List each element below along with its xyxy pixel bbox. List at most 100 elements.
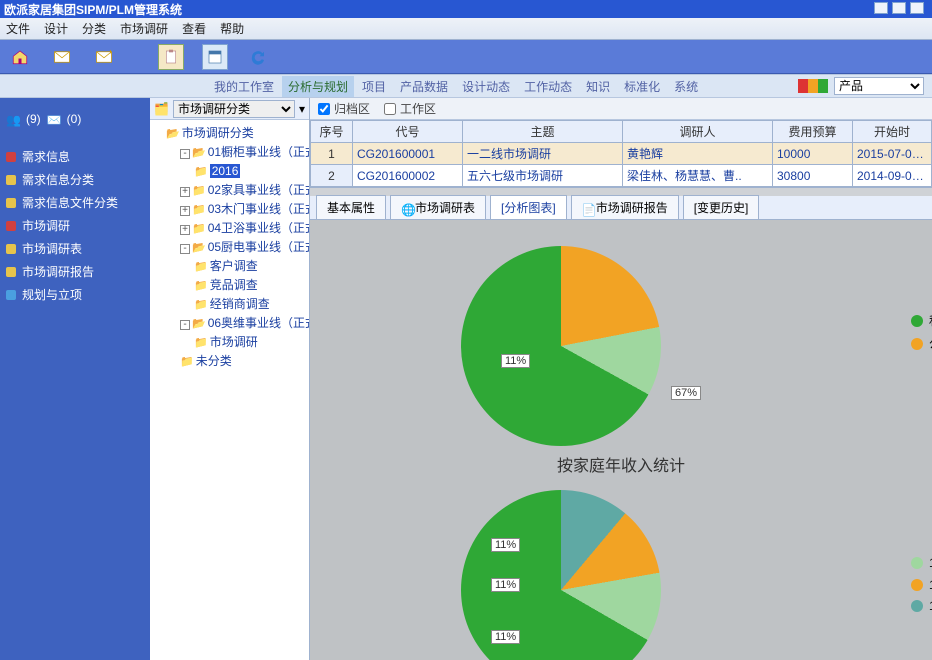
- tree-node[interactable]: 04卫浴事业线（正式: [192, 221, 309, 235]
- pie-label: 11%: [491, 578, 520, 592]
- tree-leaf[interactable]: [194, 164, 210, 178]
- table-row[interactable]: 1 CG201600001 一二线市场调研 黄艳辉 10000 2015-07-…: [311, 143, 932, 165]
- globe-icon: 🌐: [401, 203, 411, 213]
- pie-label: 67%: [671, 386, 701, 400]
- sidebar-item-label: 市场调研: [22, 217, 70, 234]
- sidebar-item-label: 需求信息: [22, 148, 70, 165]
- window-grip: [874, 2, 924, 14]
- tree-leaf[interactable]: 市场调研: [194, 335, 258, 349]
- clipboard-icon[interactable]: [158, 44, 184, 70]
- sidebar-item[interactable]: 市场调研表: [6, 240, 144, 257]
- tree-node[interactable]: 01橱柜事业线（正式: [192, 145, 309, 159]
- cell-person: 黄艳辉: [623, 143, 773, 165]
- sidebar-item-label: 规划与立项: [22, 286, 82, 303]
- window-icon[interactable]: [202, 44, 228, 70]
- tree-node[interactable]: 03木门事业线（正式: [192, 202, 309, 216]
- menu-category[interactable]: 分类: [82, 20, 106, 37]
- mail-down-icon[interactable]: [92, 46, 116, 68]
- sidebar-item[interactable]: 需求信息分类: [6, 171, 144, 188]
- nav-work[interactable]: 工作动态: [518, 76, 578, 97]
- th-code[interactable]: 代号: [353, 121, 463, 143]
- chart-area[interactable]: 67% 11% 私用业主 公务员 按家庭年收入统计 67% 11% 11% 11…: [310, 220, 932, 660]
- archive-checkbox[interactable]: 归档区: [318, 100, 370, 117]
- menu-bar: 文件 设计 分类 市场调研 查看 帮助: [0, 18, 932, 40]
- tree-leaf-label[interactable]: 2016: [210, 164, 241, 178]
- menu-help[interactable]: 帮助: [220, 20, 244, 37]
- tree-icon: 🗂️: [154, 102, 169, 116]
- th-topic[interactable]: 主题: [463, 121, 623, 143]
- chevron-down-icon[interactable]: ▾: [299, 102, 305, 116]
- nav-system[interactable]: 系统: [668, 76, 704, 97]
- th-idx[interactable]: 序号: [311, 121, 353, 143]
- tree-toggle[interactable]: -: [180, 244, 190, 254]
- nav-analysis[interactable]: 分析与规划: [282, 76, 354, 97]
- th-person[interactable]: 调研人: [623, 121, 773, 143]
- th-budget[interactable]: 费用预算: [773, 121, 853, 143]
- nav-knowledge[interactable]: 知识: [580, 76, 616, 97]
- table-row[interactable]: 2 CG201600002 五六七级市场调研 梁佳林、杨慧慧、曹.. 30800…: [311, 165, 932, 187]
- tree[interactable]: 市场调研分类 -01橱柜事业线（正式 2016 +02家具事业线（正式 +03木…: [150, 120, 309, 660]
- sidebar-item[interactable]: 需求信息文件分类: [6, 194, 144, 211]
- tree-node[interactable]: 未分类: [180, 354, 232, 368]
- chart-2: 67% 11% 11% 11% 11w 10-15万 10w 按户型统计: [341, 490, 901, 660]
- mail-small-icon: ✉️: [47, 113, 61, 125]
- cell-start: 2014-09-02 1: [853, 165, 932, 187]
- chart-legend-1: 私用业主 公务员: [911, 306, 932, 358]
- tab-basic[interactable]: 基本属性: [316, 195, 386, 219]
- tab-chart[interactable]: [分析图表]: [490, 195, 567, 219]
- mail-icon[interactable]: [50, 46, 74, 68]
- tree-leaf[interactable]: 竞品调查: [194, 278, 258, 292]
- cell-idx: 1: [311, 143, 353, 165]
- tree-root[interactable]: 市场调研分类: [166, 126, 254, 140]
- tree-toggle[interactable]: -: [180, 149, 190, 159]
- tab-survey[interactable]: 🌐市场调研表: [390, 195, 486, 219]
- tree-toggle[interactable]: -: [180, 320, 190, 330]
- th-start[interactable]: 开始时: [853, 121, 932, 143]
- pie-chart-1: [461, 246, 661, 446]
- color-swatch: [798, 79, 828, 93]
- nav-project[interactable]: 项目: [356, 76, 392, 97]
- status-row: 👥 (9) ✉️ (0): [6, 112, 144, 126]
- tree-leaf[interactable]: 客户调查: [194, 259, 258, 273]
- sidebar-item[interactable]: 市场调研: [6, 217, 144, 234]
- menu-view[interactable]: 查看: [182, 20, 206, 37]
- sidebar-item[interactable]: 市场调研报告: [6, 263, 144, 280]
- chart-title-1: 按家庭年收入统计: [341, 452, 901, 476]
- cell-start: 2015-07-05 1: [853, 143, 932, 165]
- menu-market[interactable]: 市场调研: [120, 20, 168, 37]
- mail-count: (0): [67, 112, 82, 126]
- tree-leaf[interactable]: 经销商调查: [194, 297, 270, 311]
- nav-bar: 我的工作室 分析与规划 项目 产品数据 设计动态 工作动态 知识 标准化 系统 …: [0, 74, 932, 98]
- menu-design[interactable]: 设计: [44, 20, 68, 37]
- cell-idx: 2: [311, 165, 353, 187]
- tree-toggle[interactable]: +: [180, 225, 190, 235]
- workarea-checkbox[interactable]: 工作区: [384, 100, 436, 117]
- tree-toggle[interactable]: +: [180, 187, 190, 197]
- left-sidebar: 👥 (9) ✉️ (0) 需求信息 需求信息分类 需求信息文件分类 市场调研 市…: [0, 98, 150, 660]
- tree-node[interactable]: 05厨电事业线（正式: [192, 240, 309, 254]
- tree-node[interactable]: 06奥维事业线（正式: [192, 316, 309, 330]
- menu-file[interactable]: 文件: [6, 20, 30, 37]
- data-table: 序号 代号 主题 调研人 费用预算 开始时 1 CG201600001 一二线市…: [310, 120, 932, 188]
- nav-design[interactable]: 设计动态: [456, 76, 516, 97]
- filter-row: 归档区 工作区: [310, 98, 932, 120]
- cell-person: 梁佳林、杨慧慧、曹..: [623, 165, 773, 187]
- sidebar-item[interactable]: 需求信息: [6, 148, 144, 165]
- tree-toggle[interactable]: +: [180, 206, 190, 216]
- nav-workspace[interactable]: 我的工作室: [208, 76, 280, 97]
- product-select[interactable]: 产品: [834, 77, 924, 95]
- sidebar-item-label: 市场调研报告: [22, 263, 94, 280]
- refresh-icon[interactable]: [246, 46, 270, 68]
- tree-node[interactable]: 02家具事业线（正式: [192, 183, 309, 197]
- home-icon[interactable]: [8, 46, 32, 68]
- pie-label: 11%: [501, 354, 530, 368]
- tree-select[interactable]: 市场调研分类: [173, 100, 295, 118]
- tab-history[interactable]: [变更历史]: [683, 195, 760, 219]
- tab-report[interactable]: 📄市场调研报告: [571, 195, 679, 219]
- nav-product[interactable]: 产品数据: [394, 76, 454, 97]
- sidebar-item-label: 需求信息分类: [22, 171, 94, 188]
- cell-code: CG201600002: [353, 165, 463, 187]
- sidebar-item[interactable]: 规划与立项: [6, 286, 144, 303]
- nav-standard[interactable]: 标准化: [618, 76, 666, 97]
- people-icon: 👥: [6, 113, 20, 125]
